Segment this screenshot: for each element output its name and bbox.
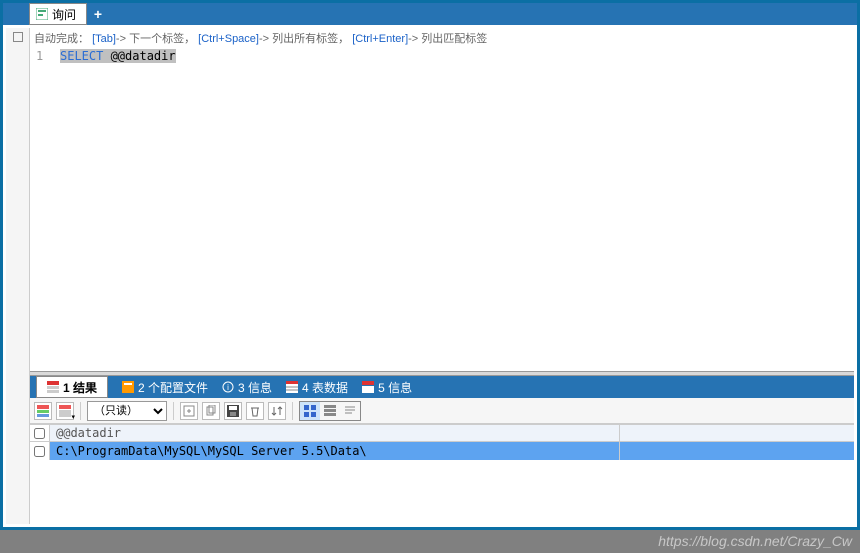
tab-tabledata-label: 4 表数据 bbox=[302, 379, 348, 396]
left-gutter-panel bbox=[6, 28, 30, 524]
table-icon bbox=[286, 381, 298, 393]
tab-query-label: 询问 bbox=[52, 6, 76, 23]
sql-rest: @@datadir bbox=[103, 49, 175, 63]
result-tab-strip: 1 结果 2 个配置文件 i 3 信息 4 表数据 bbox=[30, 376, 854, 398]
toolbar-sep-1 bbox=[80, 402, 81, 420]
tool-sort[interactable] bbox=[268, 402, 286, 420]
tab-tabledata[interactable]: 4 表数据 bbox=[286, 379, 348, 396]
tool-grid1[interactable] bbox=[34, 402, 52, 420]
result-cell[interactable]: C:\ProgramData\MySQL\MySQL Server 5.5\Da… bbox=[50, 442, 620, 460]
tab-info5-label: 5 信息 bbox=[378, 379, 412, 396]
row-checkbox-cell[interactable] bbox=[30, 442, 50, 460]
view-mode-group bbox=[299, 401, 361, 421]
panel-toggle-icon[interactable] bbox=[13, 32, 23, 42]
hint-key-ctrlenter: [Ctrl+Enter] bbox=[352, 33, 408, 45]
result-toolbar: ▾ （只读） bbox=[30, 398, 854, 424]
sql-editor[interactable]: 1 SELECT @@datadir bbox=[30, 48, 854, 371]
hint-text-1: -> 下一个标签， bbox=[116, 33, 195, 45]
line-gutter: 1 bbox=[30, 48, 60, 371]
autocomplete-hint: 自动完成： [Tab]-> 下一个标签， [Ctrl+Space]-> 列出所有… bbox=[30, 28, 854, 48]
tool-save[interactable] bbox=[224, 402, 242, 420]
column-header[interactable]: @@datadir bbox=[50, 425, 620, 441]
tab-result[interactable]: 1 结果 bbox=[36, 376, 108, 398]
tab-profile[interactable]: 2 个配置文件 bbox=[122, 379, 208, 396]
svg-text:i: i bbox=[227, 383, 229, 392]
tool-copy[interactable] bbox=[202, 402, 220, 420]
profile-icon bbox=[122, 381, 134, 393]
tool-delete[interactable] bbox=[246, 402, 264, 420]
hint-text-3: -> 列出匹配标签 bbox=[408, 33, 487, 45]
hint-text-2: -> 列出所有标签， bbox=[259, 33, 349, 45]
view-grid-button[interactable] bbox=[300, 402, 320, 420]
row-checkbox[interactable] bbox=[34, 446, 45, 457]
result-grid[interactable]: @@datadir C:\ProgramData\MySQL\MySQL Ser… bbox=[30, 424, 854, 524]
tab-profile-label: 2 个配置文件 bbox=[138, 379, 208, 396]
hint-key-tab: [Tab] bbox=[92, 33, 116, 45]
tab-query[interactable]: 询问 bbox=[29, 3, 87, 25]
tab-info3-label: 3 信息 bbox=[238, 379, 272, 396]
header-checkbox-cell[interactable] bbox=[30, 425, 50, 441]
sql-keyword: SELECT bbox=[60, 49, 103, 63]
toolbar-sep-2 bbox=[173, 402, 174, 420]
editor-tab-strip: 询问 + bbox=[3, 3, 857, 25]
hint-key-ctrlspace: [Ctrl+Space] bbox=[198, 33, 259, 45]
hint-prefix: 自动完成： bbox=[34, 33, 89, 45]
tab-result-label: 1 结果 bbox=[63, 381, 97, 395]
readonly-dropdown[interactable]: （只读） bbox=[87, 401, 167, 421]
tab-info5[interactable]: 5 信息 bbox=[362, 379, 412, 396]
new-tab-button[interactable]: + bbox=[87, 3, 109, 25]
view-form-button[interactable] bbox=[320, 402, 340, 420]
line-number: 1 bbox=[36, 48, 54, 64]
tool-grid2[interactable]: ▾ bbox=[56, 402, 74, 420]
query-icon bbox=[36, 8, 48, 20]
watermark-text: https://blog.csdn.net/Crazy_Cw bbox=[658, 533, 852, 549]
tab-info3[interactable]: i 3 信息 bbox=[222, 379, 272, 396]
grid-icon bbox=[47, 381, 59, 393]
code-line-1: SELECT @@datadir bbox=[60, 48, 854, 64]
tool-export[interactable] bbox=[180, 402, 198, 420]
result-row-selected[interactable]: C:\ProgramData\MySQL\MySQL Server 5.5\Da… bbox=[30, 442, 854, 460]
toolbar-sep-3 bbox=[292, 402, 293, 420]
info5-icon bbox=[362, 381, 374, 393]
info-icon: i bbox=[222, 381, 234, 393]
result-header-row: @@datadir bbox=[30, 424, 854, 442]
header-checkbox[interactable] bbox=[34, 428, 45, 439]
view-text-button[interactable] bbox=[340, 402, 360, 420]
code-area[interactable]: SELECT @@datadir bbox=[60, 48, 854, 371]
tab-strip-spacer bbox=[3, 3, 29, 25]
